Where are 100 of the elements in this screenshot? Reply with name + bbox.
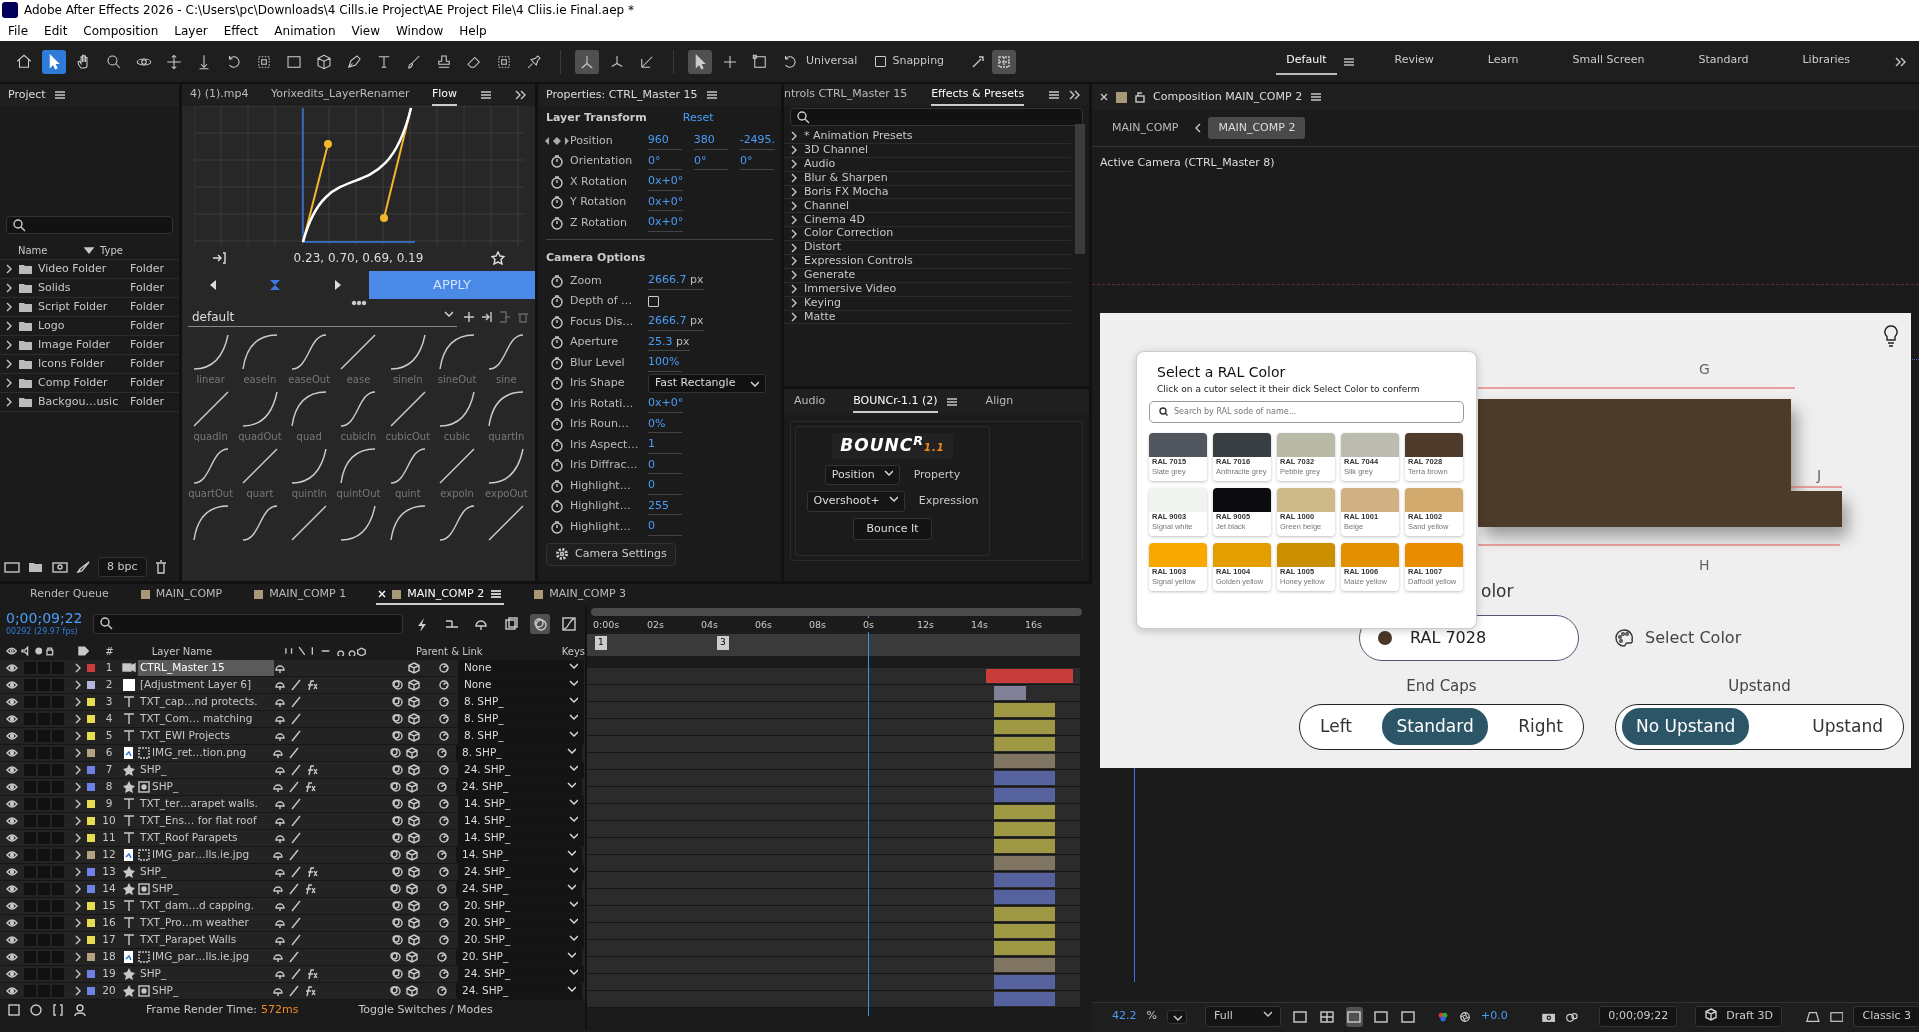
parent-dropdown[interactable]: 8. SHP_ [458,694,584,710]
panel-tab[interactable]: Audio [794,390,826,414]
workspace-tab[interactable]: Default [1276,48,1337,75]
parent-dropdown[interactable]: 8. SHP_ [456,745,582,761]
menu-item[interactable]: Layer [166,21,216,40]
panel-tab[interactable]: Effects & Presets [931,84,1025,107]
layer-name[interactable]: TXT_Ens… for flat roof [138,813,274,829]
layer-name[interactable]: SHP_ [138,864,274,880]
effect-category[interactable]: 3D Channel [804,142,869,159]
toggle-option[interactable]: Upstand [1798,707,1897,746]
menu-item[interactable]: Animation [266,21,344,40]
marker-label[interactable]: 1 [595,636,607,650]
layer-name[interactable]: SHP_ [150,779,272,795]
property-value[interactable]: 960 [647,132,682,150]
workspace-tab[interactable]: Libraries [1792,48,1860,75]
parent-dropdown[interactable]: 8. SHP_ [458,728,584,744]
toggle-modes-button[interactable]: Toggle Switches / Modes [358,1001,493,1019]
layer-name[interactable]: IMG_par…lls.ie.jpg [150,847,272,863]
parent-dropdown[interactable]: 20. SHP_ [458,932,584,948]
layer-name[interactable]: SHP_ [150,881,272,897]
layer-row[interactable]: 4 TXT_Com… matching 8. SHP_ [0,711,585,728]
layer-row[interactable]: 14 SHP_ 24. SHP_ [0,881,585,898]
toggle-option[interactable]: Left [1306,707,1366,746]
parent-dropdown[interactable]: 14. SHP_ [458,796,584,812]
layer-name[interactable]: SHP_ [138,762,274,778]
effect-category[interactable]: Generate [804,267,856,284]
comp-tab[interactable]: MAIN_COMP 1 [252,584,349,606]
layer-name[interactable]: TXT_Com… matching [138,711,274,727]
layer-name[interactable]: TXT_dam…d capping. [138,898,274,914]
property-value[interactable]: -2495. [739,132,775,150]
renderer-button[interactable]: Draft 3D [1695,1006,1782,1027]
reset-link[interactable]: Reset [682,110,714,127]
property-value[interactable]: 0x+0° [648,214,684,232]
menu-item[interactable]: Help [451,21,495,40]
property-value[interactable]: 0° [694,152,728,170]
layer-row[interactable]: 2 [Adjustment Layer 6] None [0,677,585,694]
timecode[interactable]: 0;00;09;22 [6,610,83,626]
layer-row[interactable]: 18 IMG_par…lls.ie.jpg 20. SHP_ [0,949,585,966]
property-value[interactable]: 255 [648,497,682,515]
parent-dropdown[interactable]: 20. SHP_ [458,915,584,931]
breadcrumb[interactable]: MAIN_COMP 2 [1208,116,1306,140]
layer-row[interactable]: 16 TXT_Pro…m weather 20. SHP_ [0,915,585,932]
property-value[interactable]: 380 [693,132,728,150]
layer-row[interactable]: 10 TXT_Ens… for flat roof 14. SHP_ [0,813,585,830]
comp-tab[interactable]: Render Queue [28,584,111,606]
property-value[interactable]: 0 [648,477,682,495]
parent-dropdown[interactable]: 24. SHP_ [456,881,582,897]
layer-name[interactable]: SHP_ [138,966,274,982]
parent-dropdown[interactable]: 24. SHP_ [456,779,582,795]
menu-item[interactable]: View [343,21,388,40]
layer-name[interactable]: [Adjustment Layer 6] [138,677,274,693]
comp-tab[interactable]: MAIN_COMP 2 [376,584,505,606]
property-value[interactable]: 0% [648,415,682,433]
search-field[interactable]: Search by RAL sode of name... [1149,400,1464,423]
layer-row[interactable]: 17 TXT_Parapet Walls 20. SHP_ [0,932,585,949]
property-value[interactable]: 0 [648,518,682,536]
comp-tab[interactable]: MAIN_COMP 3 [532,584,629,606]
layer-name[interactable]: TXT_Pro…m weather [138,915,274,931]
workspace-tab[interactable]: Standard [1688,48,1759,75]
panel-tab[interactable]: Align [985,390,1014,414]
resolution-dropdown[interactable]: Full [1204,1006,1282,1027]
layer-row[interactable]: 6 IMG_ret…tion.png 8. SHP_ [0,745,585,762]
select-color-button[interactable]: Select Color [1615,626,1742,650]
toggle-option[interactable]: Right [1504,707,1577,746]
layer-row[interactable]: 12 IMG_par…lls.ie.jpg 14. SHP_ [0,847,585,864]
parent-dropdown[interactable]: None [458,660,584,676]
effect-category[interactable]: * Animation Presets [804,128,913,145]
panel-tab[interactable]: ntrols CTRL_Master 15 [784,84,908,107]
layer-name[interactable]: IMG_ret…tion.png [150,745,272,761]
parent-dropdown[interactable]: 24. SHP_ [458,966,584,982]
layer-name[interactable]: SHP_ [150,983,272,999]
expression-dropdown[interactable]: Overshoot+ [806,491,905,512]
layer-name[interactable]: IMG_par…lls.ie.jpg [150,949,272,965]
toggle-option[interactable]: No Upstand [1622,707,1750,746]
view-dropdown[interactable]: Classic 3 [1853,1006,1919,1027]
workspace-tab[interactable]: Small Screen [1562,48,1655,75]
panel-tab[interactable]: BOUNCr-1.1 (2) [853,390,938,414]
layer-row[interactable]: 11 TXT_Roof Parapets 14. SHP_ [0,830,585,847]
exposure-value[interactable]: +0.0 [1481,1008,1508,1025]
toggle-option[interactable]: Standard [1382,707,1488,746]
comp-tab[interactable]: MAIN_COMP [138,584,225,606]
layer-name[interactable]: TXT_ter…arapet walls. [138,796,274,812]
menu-item[interactable]: File [0,21,37,40]
menu-item[interactable]: Effect [215,21,267,40]
layer-row[interactable]: 8 SHP_ 24. SHP_ [0,779,585,796]
layer-row[interactable]: 19 SHP_ 24. SHP_ [0,966,585,983]
parent-dropdown[interactable]: 24. SHP_ [456,983,582,999]
parent-dropdown[interactable]: 20. SHP_ [458,898,584,914]
layer-name[interactable]: CTRL_Master 15 [138,660,274,676]
layer-row[interactable]: 1 CTRL_Master 15 None [0,660,585,677]
layer-row[interactable]: 3 TXT_cap…nd protects. 8. SHP_ [0,694,585,711]
layer-row[interactable]: 5 TXT_EWI Projects 8. SHP_ [0,728,585,745]
effect-category[interactable]: Expression Controls [804,253,913,270]
property-dropdown[interactable]: Position [824,464,900,485]
layer-name[interactable]: TXT_EWI Projects [138,728,274,744]
parent-dropdown[interactable]: 14. SHP_ [458,830,584,846]
property-value[interactable]: 1 [648,436,682,454]
property-dropdown[interactable]: Fast Rectangle [648,374,766,393]
property-value[interactable]: 100% [648,354,682,372]
camera-settings-button[interactable]: Camera Settings [546,543,676,566]
